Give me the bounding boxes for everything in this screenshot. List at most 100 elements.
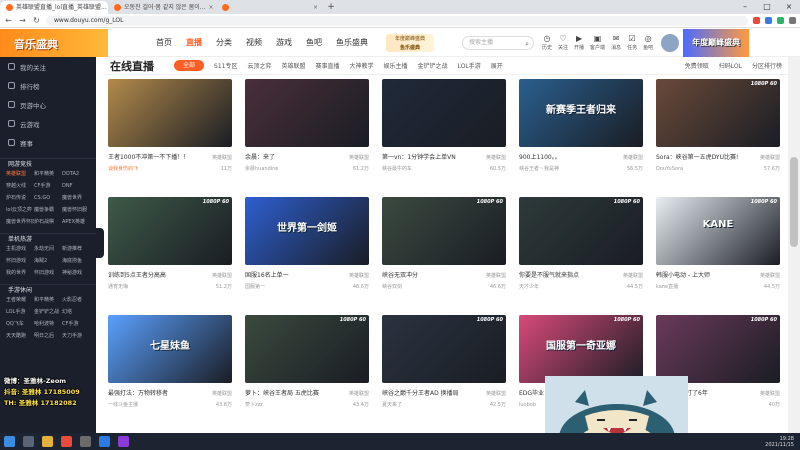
sidebar-category-link[interactable]: 新游推荐 [62, 245, 90, 254]
nav-item[interactable]: 直播 [186, 37, 202, 48]
browser-tab[interactable]: × [216, 1, 324, 14]
back-icon[interactable]: ← [4, 16, 13, 25]
sidebar-category-link[interactable]: APEX英雄 [62, 218, 90, 227]
stream-thumbnail[interactable]: 1080P 60 国服第一奇亚娜 [519, 315, 643, 383]
stream-card[interactable]: 第一vn：1分钟学会上单VN 英雄联盟 峡谷最牛的车 60.5万 [382, 79, 506, 193]
streamer-name[interactable]: 天才少年 [519, 282, 611, 292]
sidebar-category-link[interactable]: DNF [62, 182, 90, 191]
stream-title[interactable]: 王者1000不冲第一不下播！！ [108, 153, 200, 163]
sidebar-category-link[interactable]: 炉石传说 [6, 194, 34, 203]
sidebar-category-link[interactable]: QQ飞车 [6, 320, 34, 329]
streamer-name[interactable]: 萝卜zzz [245, 400, 337, 410]
filter-bar-action[interactable]: 分区排行榜 [752, 61, 782, 70]
sidebar-category-link[interactable]: 王者荣耀 [6, 296, 34, 305]
minimize-icon[interactable]: – [734, 0, 756, 14]
stream-category[interactable]: 英雄联盟 [760, 153, 780, 163]
profile-icon[interactable] [789, 17, 796, 24]
stream-thumbnail[interactable]: 新赛季王者归来 [519, 79, 643, 147]
reload-icon[interactable]: ↻ [32, 16, 41, 25]
sidebar-category-link[interactable]: 主机游戏 [6, 245, 34, 254]
sidebar-category-link[interactable]: 英雄联盟 [6, 170, 34, 179]
filter-tab[interactable]: 展开 [491, 61, 503, 70]
app-icon[interactable] [118, 436, 129, 447]
avatar[interactable] [661, 33, 680, 52]
sidebar-item[interactable]: 页游中心 [0, 95, 96, 114]
header-banner[interactable]: 年度巅峰盛典 [683, 28, 750, 57]
stream-title[interactable]: 900上1100。。 [519, 153, 611, 163]
stream-thumbnail[interactable] [245, 79, 369, 147]
sidebar-category-link[interactable]: 魔兽争霸 [34, 206, 62, 215]
stream-thumbnail[interactable]: 1080P 60 [656, 315, 780, 383]
sidebar-category-link[interactable]: 我的世界 [6, 269, 34, 278]
streamer-name[interactable]: 通宵无悔 [108, 282, 200, 292]
stream-thumbnail[interactable]: 1080P 60 [245, 315, 369, 383]
new-tab-icon[interactable]: + [324, 1, 338, 14]
header-icon-button[interactable]: ◎ 鱼吧 [643, 34, 653, 51]
stream-thumbnail[interactable]: 1080P 60 [382, 315, 506, 383]
promo-badge[interactable]: 年度巅峰盛典 鱼乐盛典 [386, 33, 434, 52]
stream-category[interactable]: 英雄联盟 [623, 271, 643, 281]
stream-thumbnail[interactable]: 世界第一剑姬 [245, 197, 369, 265]
stream-card[interactable]: 王者1000不冲第一不下播！！ 英雄联盟 谈我身伤的飞 11万 [108, 79, 232, 193]
header-icon-button[interactable]: ▶ 开播 [574, 34, 584, 51]
stream-category[interactable]: 英雄联盟 [623, 153, 643, 163]
stream-category[interactable]: 英雄联盟 [212, 271, 232, 281]
nav-item[interactable]: 视频 [246, 37, 262, 48]
sidebar-category-link[interactable]: 永劫无间 [34, 245, 62, 254]
sidebar-category-link[interactable]: 金铲铲之战 [34, 308, 62, 317]
extension-icon[interactable] [777, 17, 784, 24]
close-icon[interactable]: × [209, 1, 214, 14]
stream-category[interactable]: 英雄联盟 [212, 153, 232, 163]
stream-thumbnail[interactable]: 1080P 60 [656, 79, 780, 147]
stream-card[interactable]: 1080P 60 训练到5点王者分高高 英雄联盟 通宵无悔 51.2万 [108, 197, 232, 311]
streamer-name[interactable]: 峡谷王者丶我是神 [519, 164, 611, 174]
maximize-icon[interactable]: □ [756, 0, 778, 14]
stream-category[interactable]: 英雄联盟 [760, 271, 780, 281]
extension-icon[interactable] [765, 17, 772, 24]
stream-thumbnail[interactable]: 1080P 60 [108, 197, 232, 265]
sidebar-category-link[interactable]: CS:GO [34, 194, 62, 203]
sidebar-item[interactable]: 我的关注 [0, 57, 96, 76]
stream-title[interactable]: 第一vn：1分钟学会上单VN [382, 153, 474, 163]
stream-card[interactable]: 1080P 60 KANE 韩服小电动 - 上大师 英雄联盟 kane直播 44.5万 [656, 197, 780, 311]
stream-category[interactable]: 英雄联盟 [212, 389, 232, 399]
stream-thumbnail[interactable]: 1080P 60 [382, 197, 506, 265]
sidebar-category-link[interactable]: 海底捞鱼 [62, 257, 90, 266]
stream-card[interactable]: 1080P 60 峡谷无双冲分 英雄联盟 峡谷双剑 46.6万 [382, 197, 506, 311]
stream-title[interactable]: Sora：峡谷第一五虎DYU比赛! [656, 153, 748, 163]
filter-all-button[interactable]: 全部 [174, 60, 205, 71]
browser-tab[interactable]: 英雄联盟直播_lol直播_英雄联盟...× [0, 1, 108, 14]
filter-tab[interactable]: 赛事直播 [316, 61, 340, 70]
sidebar-category-link[interactable]: 魔兽世界 [62, 194, 90, 203]
sidebar-category-link[interactable]: 神秘游戏 [62, 269, 90, 278]
filter-bar-action[interactable]: 免费领取 [685, 61, 709, 70]
site-logo[interactable]: 音乐盛典 [0, 28, 108, 57]
header-icon-button[interactable]: ▣ 客户端 [590, 34, 605, 51]
search-input[interactable]: 搜索主播 ⌕ [462, 35, 534, 50]
extension-icon[interactable] [753, 17, 760, 24]
streamer-name[interactable]: kane直播 [656, 282, 748, 292]
sidebar-item[interactable]: 排行榜 [0, 76, 96, 95]
header-icon-button[interactable]: ◷ 历史 [542, 34, 552, 51]
sidebar-category-link[interactable]: DOTA2 [62, 170, 90, 179]
streamer-name[interactable]: 余晨huandine [245, 164, 337, 174]
close-window-icon[interactable]: × [778, 0, 800, 14]
stream-title[interactable]: 训练到5点王者分高高 [108, 271, 200, 281]
filter-tab[interactable]: 大神教学 [350, 61, 374, 70]
sidebar-collapse-handle[interactable] [96, 228, 104, 258]
sidebar-item[interactable]: 云游戏 [0, 114, 96, 133]
stream-thumbnail[interactable] [382, 79, 506, 147]
filter-tab[interactable]: S11专区 [214, 61, 237, 70]
stream-title[interactable]: 峡谷之巅千分王者AD 换播局 [382, 389, 474, 399]
page-scrollbar[interactable] [788, 57, 800, 433]
stream-thumbnail[interactable] [108, 79, 232, 147]
chrome-icon[interactable] [61, 436, 72, 447]
stream-card[interactable]: 1080P 60 Sora：峡谷第一五虎DYU比赛! 英雄联盟 DouYuSora 57… [656, 79, 780, 193]
stream-thumbnail[interactable]: 七星妹鱼 [108, 315, 232, 383]
sidebar-category-link[interactable]: 天天酷跑 [6, 332, 34, 341]
streamer-name[interactable]: 谈我身伤的飞 [108, 164, 200, 174]
streamer-name[interactable]: 夏天来了 [382, 400, 474, 410]
stream-card[interactable]: 世界第一剑姬 国服16名上单一 英雄联盟 国服第一 46.6万 [245, 197, 369, 311]
sidebar-category-link[interactable]: CF手游 [62, 320, 90, 329]
nav-item[interactable]: 鱼乐盛典 [336, 37, 368, 48]
